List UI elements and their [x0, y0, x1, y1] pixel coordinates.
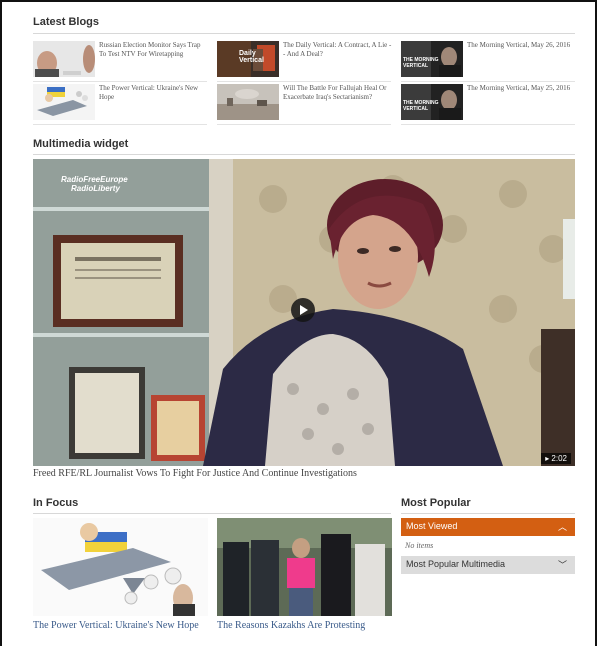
focus-card[interactable]: The Power Vertical: Ukraine's New Hope: [33, 518, 208, 632]
blog-item[interactable]: Russian Election Monitor Says Trap To Te…: [33, 41, 209, 82]
blog-divider: [217, 81, 391, 82]
blog-divider: [217, 124, 391, 125]
latest-blogs-heading: Latest Blogs: [33, 16, 100, 28]
thumb-text: VERTICAL: [403, 63, 428, 69]
tab-most-viewed[interactable]: Most Viewed ︿: [401, 518, 575, 536]
blog-divider: [401, 81, 575, 82]
blog-title[interactable]: The Morning Vertical, May 26, 2016: [467, 41, 577, 50]
play-button-icon[interactable]: [291, 298, 315, 322]
focus-card[interactable]: The Reasons Kazakhs Are Protesting: [217, 518, 392, 632]
blog-item[interactable]: THE MORNING VERTICAL The Morning Vertica…: [401, 41, 577, 82]
blog-title[interactable]: The Power Vertical: Ukraine's New Hope: [99, 84, 209, 102]
blog-thumbnail[interactable]: [33, 41, 95, 77]
logo-line: RadioFreeEurope: [61, 175, 128, 184]
logo-line: RadioLiberty: [71, 184, 120, 193]
in-focus-rule: [33, 513, 391, 514]
blog-thumbnail[interactable]: [217, 84, 279, 120]
blog-divider: [33, 124, 207, 125]
blog-thumbnail[interactable]: THE MORNING VERTICAL: [401, 84, 463, 120]
thumb-text: VERTICAL: [403, 106, 428, 112]
in-focus-heading: In Focus: [33, 497, 79, 509]
video-caption[interactable]: Freed RFE/RL Journalist Vows To Fight Fo…: [33, 468, 357, 479]
empty-state-text: No items: [405, 541, 434, 550]
focus-title[interactable]: The Power Vertical: Ukraine's New Hope: [33, 620, 208, 632]
blog-title[interactable]: The Morning Vertical, May 25, 2016: [467, 84, 577, 93]
blog-divider: [33, 81, 207, 82]
latest-blogs-rule: [33, 33, 575, 34]
blog-title[interactable]: Russian Election Monitor Says Trap To Te…: [99, 41, 209, 59]
blog-thumbnail[interactable]: THE MORNING VERTICAL: [401, 41, 463, 77]
focus-image[interactable]: [217, 518, 392, 616]
focus-title[interactable]: The Reasons Kazakhs Are Protesting: [217, 620, 392, 632]
most-popular-rule: [401, 513, 575, 514]
chevron-up-icon: ︿: [557, 522, 567, 532]
blog-thumbnail[interactable]: Daily Vertical: [217, 41, 279, 77]
blog-divider: [401, 124, 575, 125]
tab-most-popular-multimedia[interactable]: Most Popular Multimedia ﹀: [401, 556, 575, 574]
blog-item[interactable]: Daily Vertical The Daily Vertical: A Con…: [217, 41, 393, 82]
chevron-down-icon: ﹀: [557, 560, 567, 570]
multimedia-rule: [33, 154, 575, 155]
tab-label: Most Popular Multimedia: [406, 559, 506, 569]
blog-item[interactable]: Will The Battle For Fallujah Heal Or Exa…: [217, 84, 393, 125]
thumb-text: Daily: [239, 50, 256, 57]
focus-image[interactable]: [33, 518, 208, 616]
video-duration: ▸ 2:02: [541, 453, 571, 464]
thumb-text: Vertical: [239, 57, 264, 64]
multimedia-heading: Multimedia widget: [33, 138, 129, 150]
most-popular-heading: Most Popular: [401, 497, 471, 509]
tab-label: Most Viewed: [406, 521, 458, 531]
blog-item[interactable]: THE MORNING VERTICAL The Morning Vertica…: [401, 84, 577, 125]
blog-title[interactable]: The Daily Vertical: A Contract, A Lie --…: [283, 41, 393, 59]
blog-thumbnail[interactable]: [33, 84, 95, 120]
blog-title[interactable]: Will The Battle For Fallujah Heal Or Exa…: [283, 84, 393, 102]
rferl-logo: RadioFreeEurope RadioLiberty: [61, 175, 128, 193]
blog-item[interactable]: The Power Vertical: Ukraine's New Hope: [33, 84, 209, 125]
